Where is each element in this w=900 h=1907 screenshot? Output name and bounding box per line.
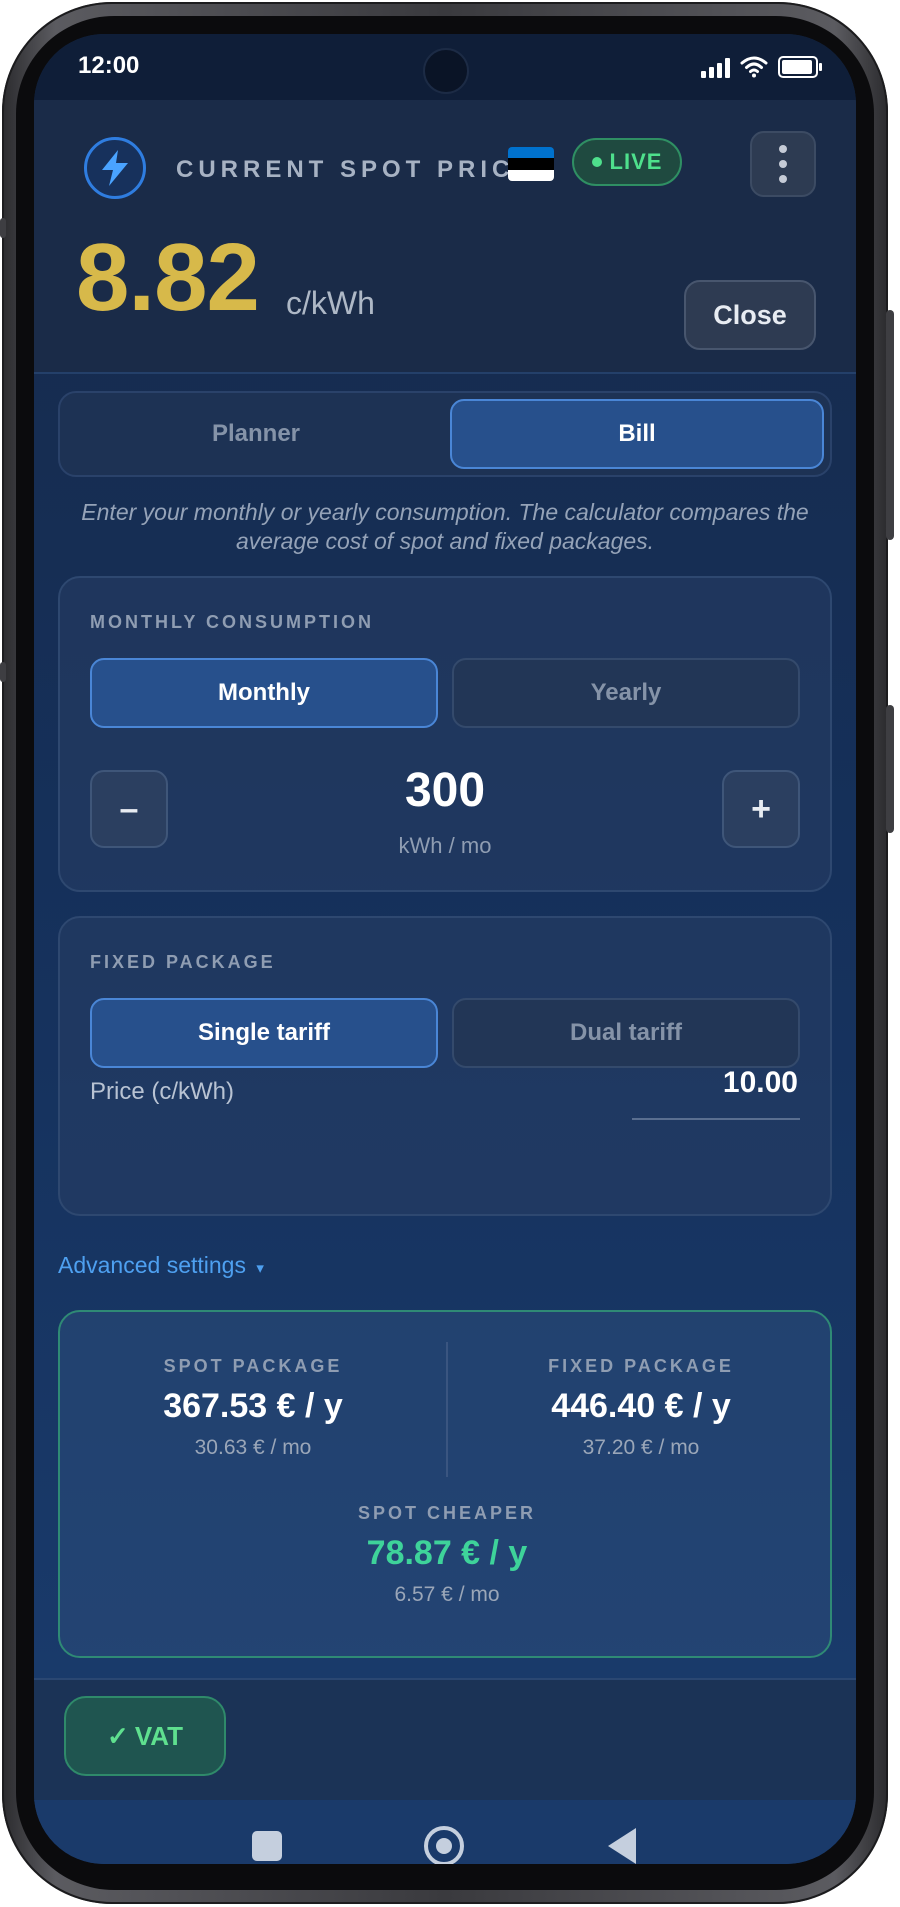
square-icon[interactable] <box>252 1831 282 1861</box>
yearly-toggle[interactable]: Yearly <box>452 658 800 728</box>
fixed-package-monthly: 37.20 € / mo <box>582 1436 700 1459</box>
results-card: SPOT PACKAGE 367.53 € / y 30.63 € / mo F… <box>58 1310 832 1658</box>
monthly-toggle[interactable]: Monthly <box>90 658 438 728</box>
check-icon: ✓ <box>107 1720 129 1751</box>
kebab-menu-icon[interactable] <box>750 131 816 197</box>
power-button <box>886 705 894 833</box>
fixed-price-label: Price (c/kWh) <box>90 1078 234 1105</box>
tab-planner[interactable]: Planner <box>66 399 446 469</box>
signal-icon <box>701 56 730 78</box>
fixed-package-result-label: FIXED PACKAGE <box>548 1356 734 1376</box>
battery-icon <box>778 56 822 78</box>
dual-tariff-toggle[interactable]: Dual tariff <box>452 998 800 1068</box>
live-dot-icon <box>591 157 602 167</box>
triangle-back-icon[interactable] <box>608 1828 636 1864</box>
fixed-package-card: FIXED PACKAGE Single tariff Dual tariff … <box>58 916 832 1216</box>
increment-button[interactable]: + <box>722 770 800 848</box>
consumption-value[interactable]: 300 <box>60 763 830 818</box>
advanced-settings-label: Advanced settings <box>58 1252 246 1278</box>
volume-button <box>886 310 894 540</box>
status-icons <box>701 54 822 80</box>
description-text: Enter your monthly or yearly consumption… <box>81 499 809 554</box>
front-camera <box>423 48 469 94</box>
vat-label: VAT <box>134 1720 183 1751</box>
status-time: 12:00 <box>78 52 140 79</box>
live-badge: LIVE <box>572 138 682 186</box>
tab-bill[interactable]: Bill <box>450 399 824 469</box>
lightning-bolt-icon <box>84 137 146 199</box>
consumption-unit: kWh / mo <box>398 833 492 858</box>
fixed-package-result: FIXED PACKAGE 446.40 € / y 37.20 € / mo <box>448 1356 834 1460</box>
status-bar: 12:00 <box>34 34 856 100</box>
single-tariff-toggle[interactable]: Single tariff <box>90 998 438 1068</box>
spot-cheaper-result: SPOT CHEAPER 78.87 € / y 6.57 € / mo <box>60 1503 834 1607</box>
spot-package-result: SPOT PACKAGE 367.53 € / y 30.63 € / mo <box>60 1356 446 1460</box>
fixed-price-input[interactable]: 10.00 <box>632 1066 800 1120</box>
left-side-mark <box>0 662 6 682</box>
consumption-label: MONTHLY CONSUMPTION <box>90 612 375 632</box>
spot-package-monthly: 30.63 € / mo <box>194 1436 312 1459</box>
header-title: CURRENT SPOT PRICE <box>176 156 536 183</box>
spot-package-label: SPOT PACKAGE <box>163 1356 343 1376</box>
circle-icon[interactable] <box>424 1826 464 1864</box>
price-unit: c/kWh <box>286 285 375 321</box>
spot-cheaper-label: SPOT CHEAPER <box>357 1503 537 1523</box>
estonia-flag-icon <box>508 147 554 181</box>
price-header: CURRENT SPOT PRICE LIVE 8.82 c/kWh Close <box>34 100 856 374</box>
screen: 12:00 CURRENT SPOT PRICE LIVE 8.82 c/kWh… <box>34 34 856 1864</box>
mode-tabs: Planner Bill <box>58 391 832 477</box>
live-label: LIVE <box>609 149 663 174</box>
vat-toggle[interactable]: ✓ VAT <box>64 1696 226 1776</box>
current-price: 8.82 <box>76 224 260 331</box>
chevron-down-icon: ▾ <box>256 1260 264 1277</box>
fixed-package-yearly: 446.40 € / y <box>551 1387 731 1425</box>
spot-cheaper-monthly: 6.57 € / mo <box>394 1583 500 1606</box>
close-button[interactable]: Close <box>684 280 816 350</box>
spot-cheaper-yearly: 78.87 € / y <box>366 1534 528 1572</box>
advanced-settings-link[interactable]: Advanced settings ▾ <box>58 1252 264 1279</box>
wifi-icon <box>740 56 768 78</box>
spot-package-yearly: 367.53 € / y <box>163 1387 343 1425</box>
consumption-card: MONTHLY CONSUMPTION Monthly Yearly – 300… <box>58 576 832 892</box>
fixed-package-label: FIXED PACKAGE <box>90 952 276 972</box>
left-side-mark <box>0 218 6 238</box>
